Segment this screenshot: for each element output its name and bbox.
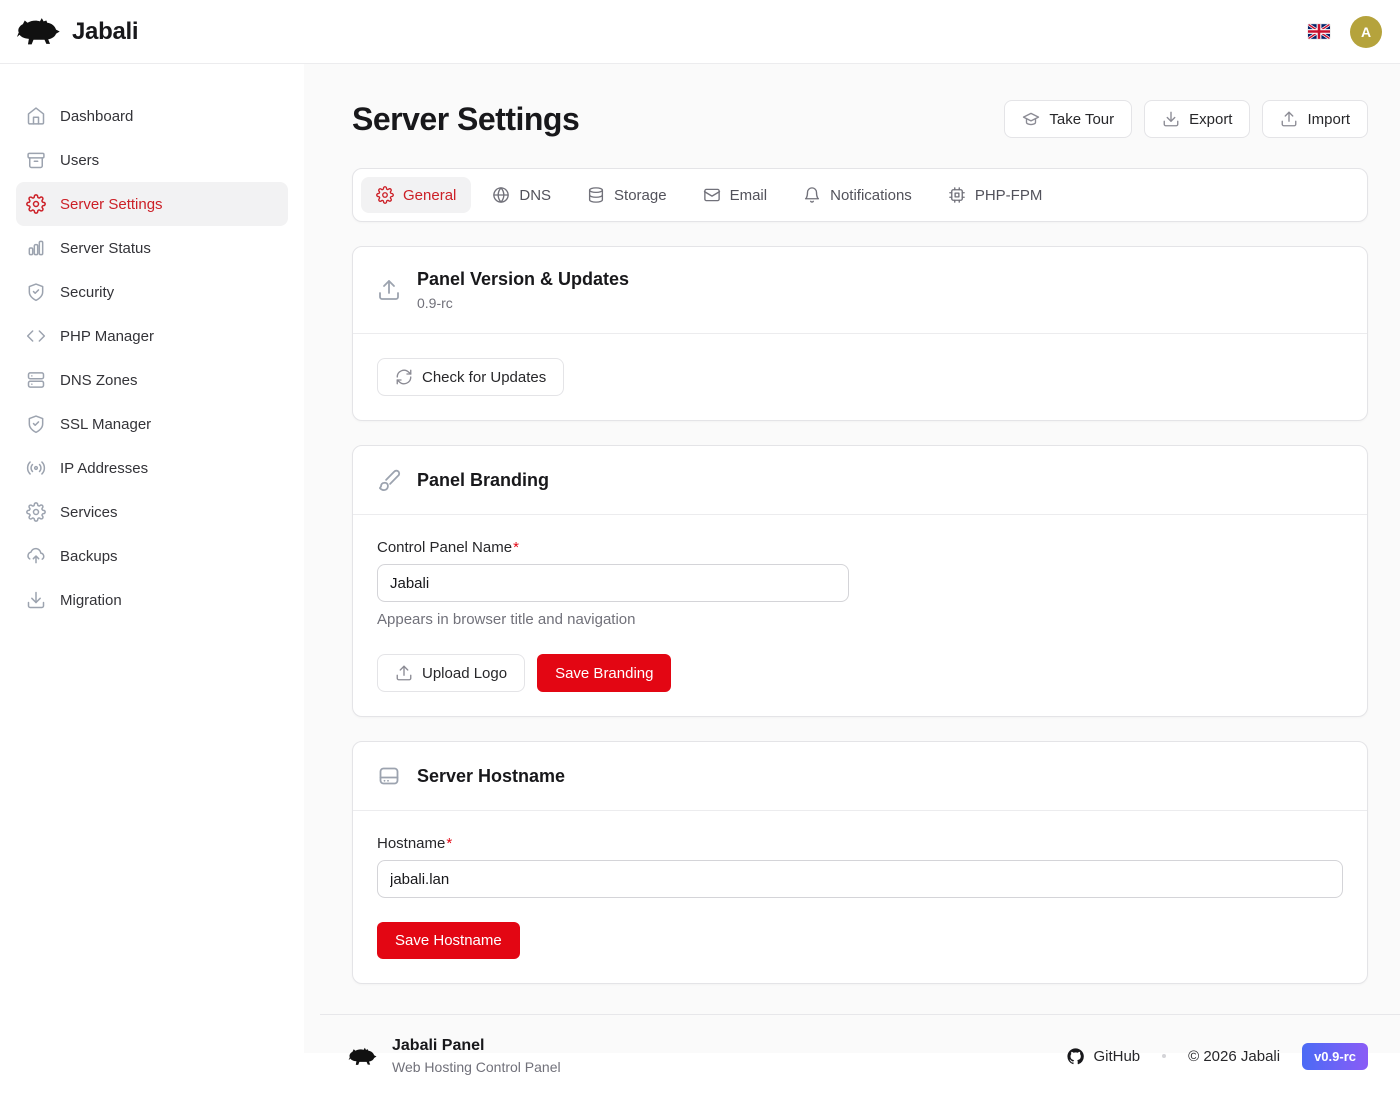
footer: Jabali Panel Web Hosting Control Panel G… (320, 1014, 1400, 1099)
hostname-input[interactable] (377, 860, 1343, 898)
brand-name: Jabali (72, 18, 138, 46)
sidebar-item-label: SSL Manager (60, 416, 151, 433)
code-icon (26, 326, 46, 346)
dot-separator (1162, 1054, 1166, 1058)
card-title: Panel Version & Updates (417, 269, 629, 290)
server-stack-icon (26, 370, 46, 390)
sidebar-item-server-status[interactable]: Server Status (16, 226, 288, 270)
control-panel-name-helper: Appears in browser title and navigation (377, 611, 1343, 628)
sidebar-item-users[interactable]: Users (16, 138, 288, 182)
take-tour-button[interactable]: Take Tour (1004, 100, 1132, 138)
boar-logo-icon (16, 15, 62, 48)
archive-icon (26, 150, 46, 170)
shield-check-icon (26, 282, 46, 302)
upload-icon (395, 664, 413, 682)
tab-php-fpm[interactable]: PHP-FPM (933, 177, 1058, 213)
bell-icon (803, 186, 821, 204)
boar-logo-icon (348, 1046, 378, 1067)
required-asterisk: * (513, 539, 519, 556)
sidebar-item-dashboard[interactable]: Dashboard (16, 94, 288, 138)
upload-icon (1280, 110, 1298, 128)
footer-brand: Jabali Panel (392, 1037, 561, 1055)
hostname-label: Hostname* (377, 835, 1343, 852)
sidebar: Dashboard Users Server Settings Server S… (0, 64, 304, 1053)
cpu-icon (948, 186, 966, 204)
control-panel-name-input[interactable] (377, 564, 849, 602)
panel-version-value: 0.9-rc (417, 295, 629, 311)
paintbrush-icon (377, 468, 401, 492)
panel-branding-card: Panel Branding Control Panel Name* Appea… (352, 445, 1368, 717)
sidebar-item-label: IP Addresses (60, 460, 148, 477)
github-link[interactable]: GitHub (1066, 1047, 1140, 1066)
save-hostname-button[interactable]: Save Hostname (377, 922, 520, 959)
brand[interactable]: Jabali (16, 15, 138, 48)
shield-check-icon (26, 414, 46, 434)
sidebar-item-label: Server Settings (60, 196, 163, 213)
copyright: © 2026 Jabali (1188, 1048, 1280, 1065)
tab-notifications[interactable]: Notifications (788, 177, 927, 213)
uk-flag-icon[interactable] (1308, 24, 1330, 39)
save-branding-button[interactable]: Save Branding (537, 654, 671, 692)
hard-drive-icon (377, 764, 401, 788)
gear-icon (26, 502, 46, 522)
export-button[interactable]: Export (1144, 100, 1250, 138)
card-title: Server Hostname (417, 766, 565, 787)
footer-tagline: Web Hosting Control Panel (392, 1059, 561, 1075)
database-icon (587, 186, 605, 204)
sidebar-item-php-manager[interactable]: PHP Manager (16, 314, 288, 358)
refresh-icon (395, 368, 413, 386)
check-for-updates-button[interactable]: Check for Updates (377, 358, 564, 396)
sidebar-item-server-settings[interactable]: Server Settings (16, 182, 288, 226)
tab-storage[interactable]: Storage (572, 177, 682, 213)
sidebar-item-label: DNS Zones (60, 372, 138, 389)
sidebar-item-ssl-manager[interactable]: SSL Manager (16, 402, 288, 446)
sidebar-item-label: Migration (60, 592, 122, 609)
tab-general[interactable]: General (361, 177, 471, 213)
sidebar-item-label: Security (60, 284, 114, 301)
sidebar-item-dns-zones[interactable]: DNS Zones (16, 358, 288, 402)
radio-icon (26, 458, 46, 478)
main-content: Server Settings Take Tour Export Import (304, 64, 1400, 1053)
tab-dns[interactable]: DNS (477, 177, 566, 213)
panel-version-card: Panel Version & Updates 0.9-rc Check for… (352, 246, 1368, 421)
home-icon (26, 106, 46, 126)
globe-icon (492, 186, 510, 204)
sidebar-item-ip-addresses[interactable]: IP Addresses (16, 446, 288, 490)
gear-icon (376, 186, 394, 204)
download-icon (26, 590, 46, 610)
server-hostname-card: Server Hostname Hostname* Save Hostname (352, 741, 1368, 984)
card-title: Panel Branding (417, 470, 549, 491)
tab-email[interactable]: Email (688, 177, 783, 213)
avatar[interactable]: A (1350, 16, 1382, 48)
sidebar-item-backups[interactable]: Backups (16, 534, 288, 578)
github-icon (1066, 1047, 1085, 1066)
control-panel-name-label: Control Panel Name* (377, 539, 1343, 556)
import-button[interactable]: Import (1262, 100, 1368, 138)
sidebar-item-label: Dashboard (60, 108, 133, 125)
sidebar-item-label: Backups (60, 548, 118, 565)
upload-icon (377, 278, 401, 302)
sidebar-item-migration[interactable]: Migration (16, 578, 288, 622)
gear-icon (26, 194, 46, 214)
mail-icon (703, 186, 721, 204)
sidebar-item-label: Server Status (60, 240, 151, 257)
sidebar-item-label: PHP Manager (60, 328, 154, 345)
bar-chart-icon (26, 238, 46, 258)
required-asterisk: * (446, 835, 452, 852)
version-badge: v0.9-rc (1302, 1043, 1368, 1070)
page-title: Server Settings (352, 101, 579, 138)
download-icon (1162, 110, 1180, 128)
sidebar-item-label: Services (60, 504, 118, 521)
sidebar-item-security[interactable]: Security (16, 270, 288, 314)
sidebar-item-label: Users (60, 152, 99, 169)
sidebar-item-services[interactable]: Services (16, 490, 288, 534)
graduation-cap-icon (1022, 110, 1040, 128)
upload-logo-button[interactable]: Upload Logo (377, 654, 525, 692)
top-bar: Jabali A (0, 0, 1400, 64)
cloud-upload-icon (26, 546, 46, 566)
settings-tabs: General DNS Storage Email Notifications (352, 168, 1368, 222)
